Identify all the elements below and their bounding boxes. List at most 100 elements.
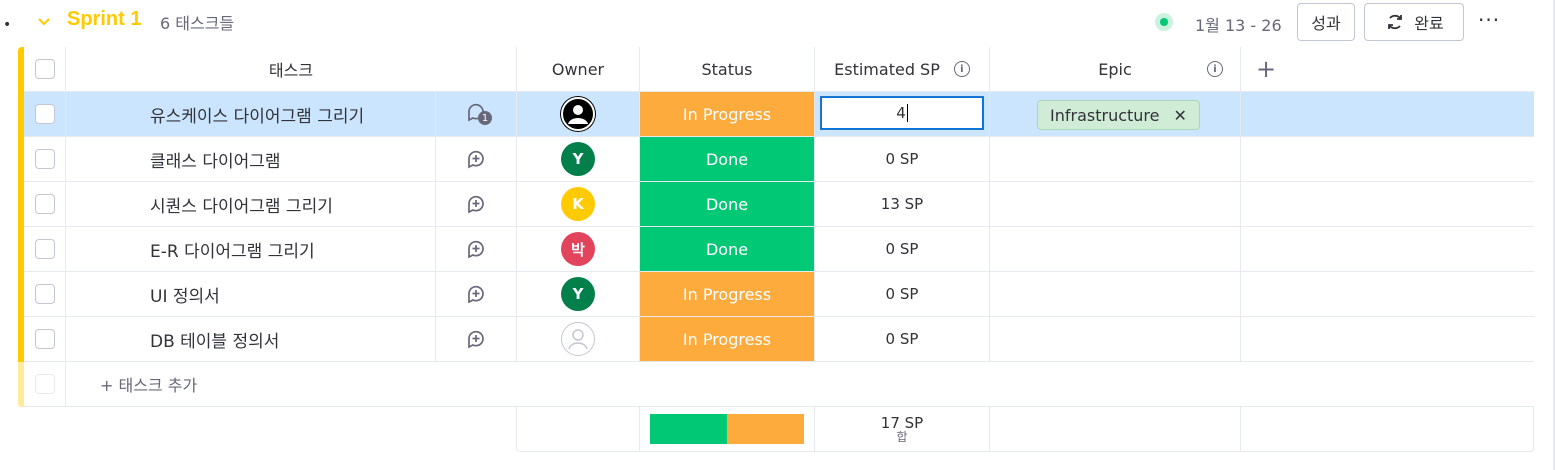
table-row[interactable]: E-R 다이어그램 그리기 박 Done 0 SP <box>24 227 1534 272</box>
info-icon[interactable]: i <box>953 61 970 77</box>
updates-cell[interactable]: 1 <box>436 92 517 136</box>
add-update-icon[interactable] <box>465 328 487 350</box>
add-task-button[interactable]: + 태스크 추가 <box>66 362 1534 406</box>
updates-cell[interactable] <box>436 227 517 271</box>
epic-cell[interactable] <box>990 182 1241 226</box>
epic-cell[interactable]: Infrastructure ✕ <box>990 92 1241 136</box>
column-header-owner[interactable]: Owner <box>517 47 640 91</box>
row-checkbox[interactable] <box>34 194 55 214</box>
epic-cell[interactable] <box>990 317 1241 361</box>
estimated-sp-cell[interactable]: 0 SP <box>815 272 990 316</box>
group-task-count: 6 태스크들 <box>160 14 235 33</box>
estimated-sp-cell[interactable]: 13 SP <box>815 182 990 226</box>
empty-person-icon[interactable] <box>561 322 595 356</box>
close-icon[interactable]: ✕ <box>1173 106 1186 125</box>
info-icon[interactable]: i <box>1207 61 1223 77</box>
task-name[interactable]: 유스케이스 다이어그램 그리기 <box>66 92 436 136</box>
epic-cell[interactable] <box>990 227 1241 271</box>
column-header-estimated-sp[interactable]: Estimated SP i <box>815 47 990 91</box>
add-update-icon[interactable] <box>465 148 487 170</box>
avatar[interactable]: 박 <box>561 232 595 266</box>
owner-cell[interactable] <box>517 92 640 136</box>
updates-cell[interactable] <box>436 317 517 361</box>
status-label[interactable]: In Progress <box>640 317 815 361</box>
refresh-icon <box>1388 14 1403 30</box>
estimated-sp-value: 0 SP <box>885 285 919 303</box>
status-label[interactable]: Done <box>640 227 815 271</box>
add-update-icon[interactable] <box>465 193 487 215</box>
add-task-row[interactable]: + 태스크 추가 <box>24 362 1534 407</box>
task-name[interactable]: UI 정의서 <box>66 272 436 316</box>
row-checkbox[interactable] <box>34 239 55 259</box>
column-header-epic[interactable]: Epic i <box>990 47 1241 91</box>
user-icon[interactable] <box>561 97 595 131</box>
estimated-sp-cell[interactable]: 0 SP <box>815 317 990 361</box>
comment-count-badge: 1 <box>478 111 492 125</box>
estimated-sp-value: 0 SP <box>885 240 919 258</box>
row-checkbox[interactable] <box>34 284 55 304</box>
estimated-sp-value: 0 SP <box>885 330 919 348</box>
task-name[interactable]: 클래스 다이어그램 <box>66 137 436 181</box>
table-row[interactable]: UI 정의서 Y In Progress 0 SP <box>24 272 1534 317</box>
owner-cell[interactable]: Y <box>517 137 640 181</box>
add-column-button[interactable]: + <box>1241 47 1291 91</box>
group-title[interactable]: Sprint 1 <box>67 8 141 31</box>
summary-row: 17 SP 합 <box>516 407 1534 452</box>
more-options-icon[interactable]: ··· <box>1478 8 1500 32</box>
status-label[interactable]: In Progress <box>640 92 815 136</box>
estimated-sp-label: Estimated SP <box>834 59 940 79</box>
chevron-down-icon[interactable] <box>36 13 52 29</box>
status-label[interactable]: In Progress <box>640 272 815 316</box>
status-label[interactable]: Done <box>640 182 815 226</box>
owner-cell[interactable]: 박 <box>517 227 640 271</box>
select-all-checkbox[interactable] <box>34 59 55 79</box>
row-checkbox[interactable] <box>34 104 55 124</box>
estimated-sp-value: 0 SP <box>885 150 919 168</box>
epic-cell[interactable] <box>990 272 1241 316</box>
table-row[interactable]: 유스케이스 다이어그램 그리기 1 In Progress 4 Infrastr… <box>24 92 1534 137</box>
sprint-active-icon <box>1155 13 1173 31</box>
add-update-icon[interactable] <box>465 238 487 260</box>
task-name[interactable]: 시퀀스 다이어그램 그리기 <box>66 182 436 226</box>
avatar[interactable]: Y <box>561 142 595 176</box>
table-row[interactable]: DB 테이블 정의서 In Progress 0 SP <box>24 317 1534 362</box>
epic-tag[interactable]: Infrastructure ✕ <box>1037 100 1200 130</box>
estimated-sp-cell[interactable]: 4 <box>815 92 990 136</box>
sprint-date-range: 1월 13 - 26 <box>1195 16 1282 35</box>
estimated-sp-value: 13 SP <box>880 195 924 213</box>
estimated-sp-value: 4 <box>896 104 906 122</box>
table-header-row: 태스크 Owner Status Estimated SP i Epic i + <box>24 47 1534 92</box>
task-name[interactable]: E-R 다이어그램 그리기 <box>66 227 436 271</box>
results-button[interactable]: 성과 <box>1297 3 1355 41</box>
complete-button[interactable]: 완료 <box>1364 3 1464 41</box>
status-summary[interactable] <box>640 407 815 451</box>
column-header-status[interactable]: Status <box>640 47 815 91</box>
status-bar-done <box>650 414 727 444</box>
epic-cell[interactable] <box>990 137 1241 181</box>
add-row-checkbox <box>34 374 55 394</box>
updates-cell[interactable] <box>436 272 517 316</box>
avatar[interactable]: Y <box>561 277 595 311</box>
complete-label: 완료 <box>1414 14 1444 33</box>
owner-cell[interactable]: K <box>517 182 640 226</box>
status-distribution-bar <box>650 414 804 444</box>
table-row[interactable]: 시퀀스 다이어그램 그리기 K Done 13 SP <box>24 182 1534 227</box>
status-label[interactable]: Done <box>640 137 815 181</box>
updates-cell[interactable] <box>436 137 517 181</box>
conversation-icon[interactable]: 1 <box>465 101 492 127</box>
table-row[interactable]: 클래스 다이어그램 Y Done 0 SP <box>24 137 1534 182</box>
row-checkbox[interactable] <box>34 149 55 169</box>
row-checkbox[interactable] <box>34 329 55 349</box>
estimated-sp-cell[interactable]: 0 SP <box>815 137 990 181</box>
owner-cell[interactable] <box>517 317 640 361</box>
owner-cell[interactable]: Y <box>517 272 640 316</box>
add-update-icon[interactable] <box>465 283 487 305</box>
column-header-task[interactable]: 태스크 <box>66 47 517 91</box>
avatar[interactable]: K <box>561 187 595 221</box>
estimated-sp-cell[interactable]: 0 SP <box>815 227 990 271</box>
updates-cell[interactable] <box>436 182 517 226</box>
task-name[interactable]: DB 테이블 정의서 <box>66 317 436 361</box>
estimated-sp-input[interactable]: 4 <box>820 96 984 130</box>
status-bar-in-progress <box>727 414 804 444</box>
sp-sum-label: 합 <box>896 429 908 444</box>
